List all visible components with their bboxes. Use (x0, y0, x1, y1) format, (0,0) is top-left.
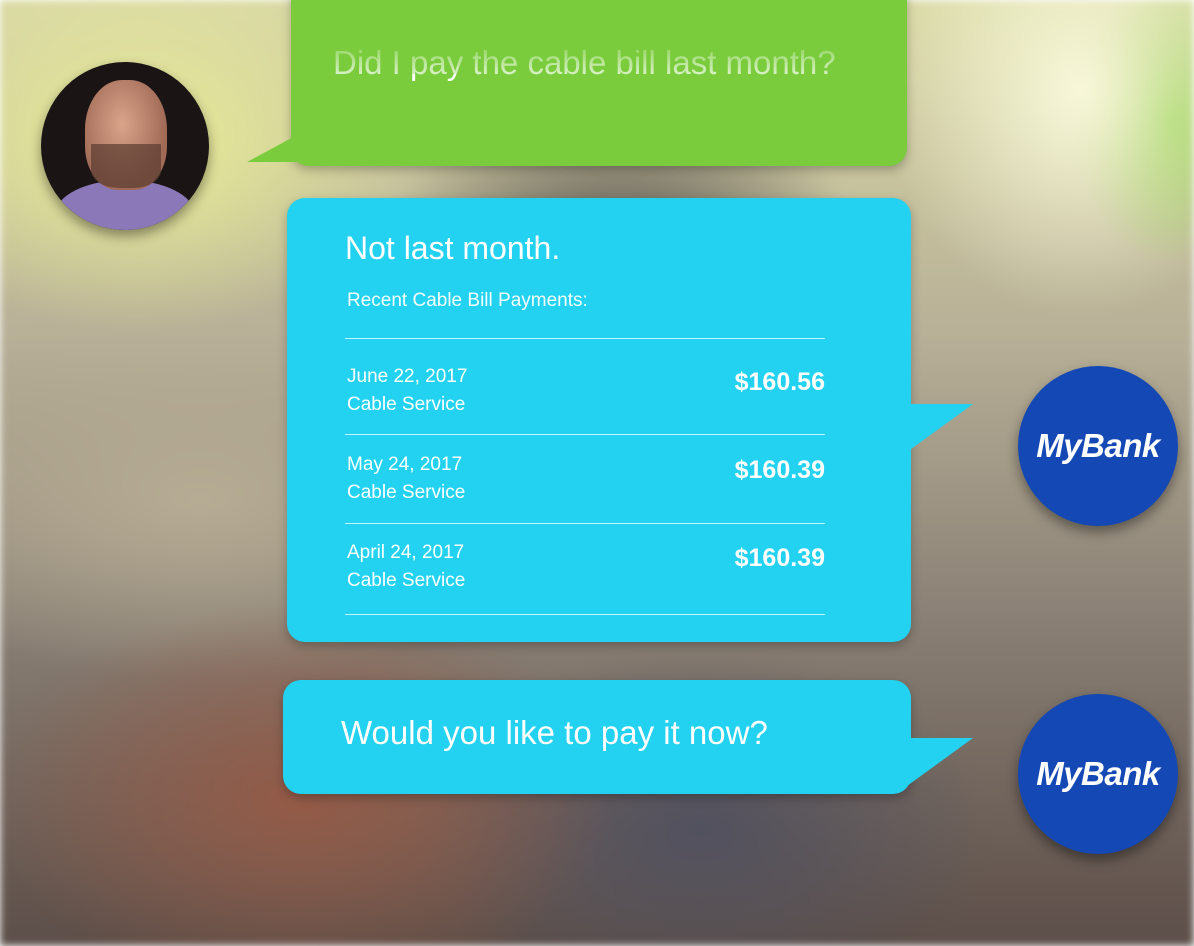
bank-reply-card: Not last month. Recent Cable Bill Paymen… (287, 198, 973, 642)
payment-amount: $160.39 (734, 456, 825, 484)
bank-logo-text: MyBank (1036, 427, 1160, 464)
payment-date: June 22, 2017 (347, 366, 468, 387)
user-avatar (41, 62, 209, 230)
divider (345, 523, 825, 524)
user-message-bubble: Did I pay the cable bill last month? (247, 0, 907, 166)
payment-amount: $160.56 (734, 368, 825, 396)
payment-row[interactable]: April 24, 2017 Cable Service $160.39 (347, 542, 825, 614)
divider (345, 434, 825, 435)
bank-card-tail (907, 404, 973, 452)
payment-amount: $160.39 (734, 544, 825, 572)
payments-heading: Recent Cable Bill Payments: (347, 290, 588, 311)
payment-description: Cable Service (347, 394, 466, 415)
divider (345, 338, 825, 339)
payment-row[interactable]: May 24, 2017 Cable Service $160.39 (347, 454, 825, 526)
mybank-logo-icon: MyBank (1018, 366, 1178, 526)
reply-title: Not last month. (345, 230, 561, 266)
bank-logo-text: MyBank (1036, 755, 1160, 792)
payment-description: Cable Service (347, 570, 466, 591)
divider (345, 614, 825, 615)
payment-description: Cable Service (347, 482, 466, 503)
user-bubble-tail (247, 134, 299, 162)
bank-followup-tail (907, 738, 973, 786)
avatar-beard (91, 144, 161, 188)
bank-followup-bubble: Would you like to pay it now? (283, 680, 973, 794)
bubble-top-fade (333, 38, 853, 74)
followup-text: Would you like to pay it now? (341, 714, 768, 751)
payment-date: May 24, 2017 (347, 454, 463, 475)
payment-date: April 24, 2017 (347, 542, 465, 563)
mybank-logo-icon: MyBank (1018, 694, 1178, 854)
payment-row[interactable]: June 22, 2017 Cable Service $160.56 (347, 366, 825, 438)
